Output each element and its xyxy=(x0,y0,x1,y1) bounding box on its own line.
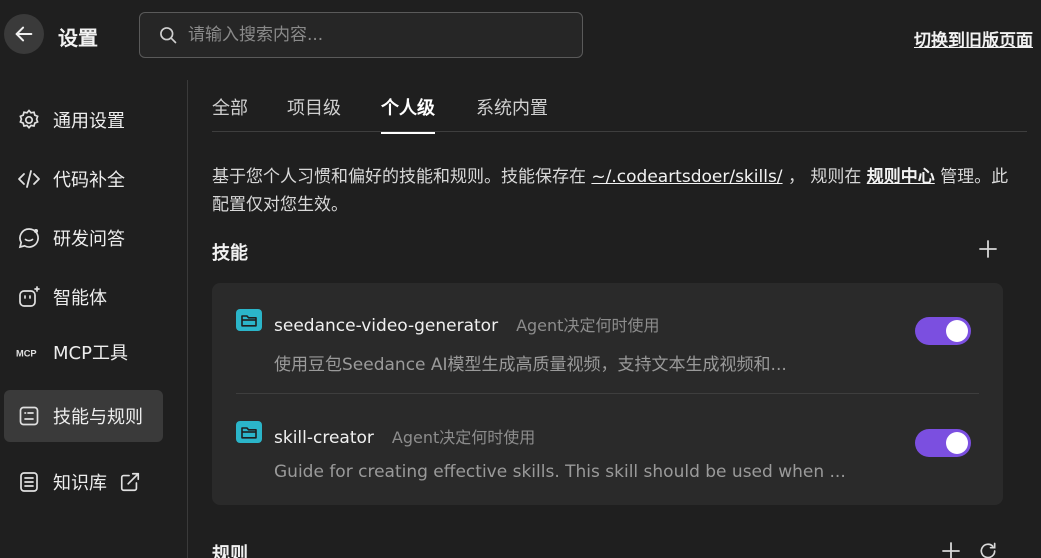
search-input[interactable] xyxy=(188,25,568,45)
rules-section-title: 规则 xyxy=(212,544,248,558)
svg-text:MCP: MCP xyxy=(16,349,37,359)
sidebar-item-code-completion[interactable]: 代码补全 xyxy=(4,153,163,205)
sidebar-item-label: 代码补全 xyxy=(53,170,125,191)
sidebar-item-label: 知识库 xyxy=(53,473,107,494)
plus-icon xyxy=(942,542,960,558)
switch-old-version-link[interactable]: 切换到旧版页面 xyxy=(914,26,1033,51)
sidebar-item-agent[interactable]: 智能体 xyxy=(4,271,163,323)
sidebar-item-label: 通用设置 xyxy=(53,111,125,132)
knowledge-icon xyxy=(16,469,42,495)
tab-builtin[interactable]: 系统内置 xyxy=(476,94,548,132)
sidebar-item-label: 智能体 xyxy=(53,288,107,309)
sidebar-item-label: 研发问答 xyxy=(53,229,125,250)
back-button[interactable] xyxy=(4,14,44,54)
skill-description: 使用豆包Seedance AI模型生成高质量视频，支持文本生成视频和... xyxy=(274,355,787,375)
list-item: seedance-video-generator Agent决定何时使用 使用豆包… xyxy=(236,283,979,383)
skill-toggle[interactable] xyxy=(915,429,971,457)
tab-project[interactable]: 项目级 xyxy=(287,94,341,132)
sidebar-item-qa[interactable]: 研发问答 xyxy=(4,212,163,264)
add-rule-button[interactable] xyxy=(940,540,962,558)
skill-name[interactable]: seedance-video-generator xyxy=(274,316,498,336)
sidebar-item-skills-rules[interactable]: 技能与规则 xyxy=(4,390,163,442)
search-icon xyxy=(160,27,177,44)
skills-icon xyxy=(16,403,42,429)
arrow-left-icon xyxy=(15,26,33,42)
search-box[interactable] xyxy=(139,12,583,58)
rules-center-link[interactable]: 规则中心 xyxy=(867,167,935,187)
refresh-rules-button[interactable] xyxy=(977,540,999,558)
folder-icon xyxy=(236,421,262,443)
plus-icon xyxy=(979,240,997,258)
toggle-knob xyxy=(946,320,968,342)
mcp-icon: MCP xyxy=(16,339,42,365)
external-link-icon[interactable] xyxy=(119,471,141,493)
skill-mode: Agent决定何时使用 xyxy=(391,428,536,447)
sidebar-item-general[interactable]: 通用设置 xyxy=(4,94,163,146)
page-title: 设置 xyxy=(58,26,98,50)
sidebar-item-knowledge[interactable]: 知识库 xyxy=(4,456,163,508)
folder-icon xyxy=(236,309,262,331)
gear-icon xyxy=(16,107,42,133)
list-item: skill-creator Agent决定何时使用 Guide for creat… xyxy=(236,395,979,495)
toggle-knob xyxy=(946,432,968,454)
add-skill-button[interactable] xyxy=(977,238,999,260)
sidebar-item-label: 技能与规则 xyxy=(53,407,143,428)
tab-personal[interactable]: 个人级 xyxy=(381,94,435,134)
code-icon xyxy=(16,166,42,192)
skill-description: Guide for creating effective skills. Thi… xyxy=(274,462,846,482)
sidebar-item-mcp[interactable]: MCP MCP工具 xyxy=(4,326,163,378)
skill-name[interactable]: skill-creator xyxy=(274,428,374,448)
agent-icon xyxy=(16,284,42,310)
skills-path-link[interactable]: ~/.codeartsdoer/skills/ xyxy=(591,167,782,187)
row-divider xyxy=(236,393,979,394)
chat-icon xyxy=(16,225,42,251)
skills-card: seedance-video-generator Agent决定何时使用 使用豆包… xyxy=(212,283,1003,505)
sidebar-item-label: MCP工具 xyxy=(53,343,128,364)
refresh-icon xyxy=(980,542,996,558)
description-text: 基于您个人习惯和偏好的技能和规则。技能保存在 ~/.codeartsdoer/s… xyxy=(212,167,1009,215)
skill-mode: Agent决定何时使用 xyxy=(516,316,660,335)
tab-all[interactable]: 全部 xyxy=(212,94,248,132)
sidebar-divider xyxy=(187,80,188,558)
skills-section-title: 技能 xyxy=(212,243,248,264)
skill-toggle[interactable] xyxy=(915,317,971,345)
tab-bar: 全部 项目级 个人级 系统内置 xyxy=(212,82,1027,134)
